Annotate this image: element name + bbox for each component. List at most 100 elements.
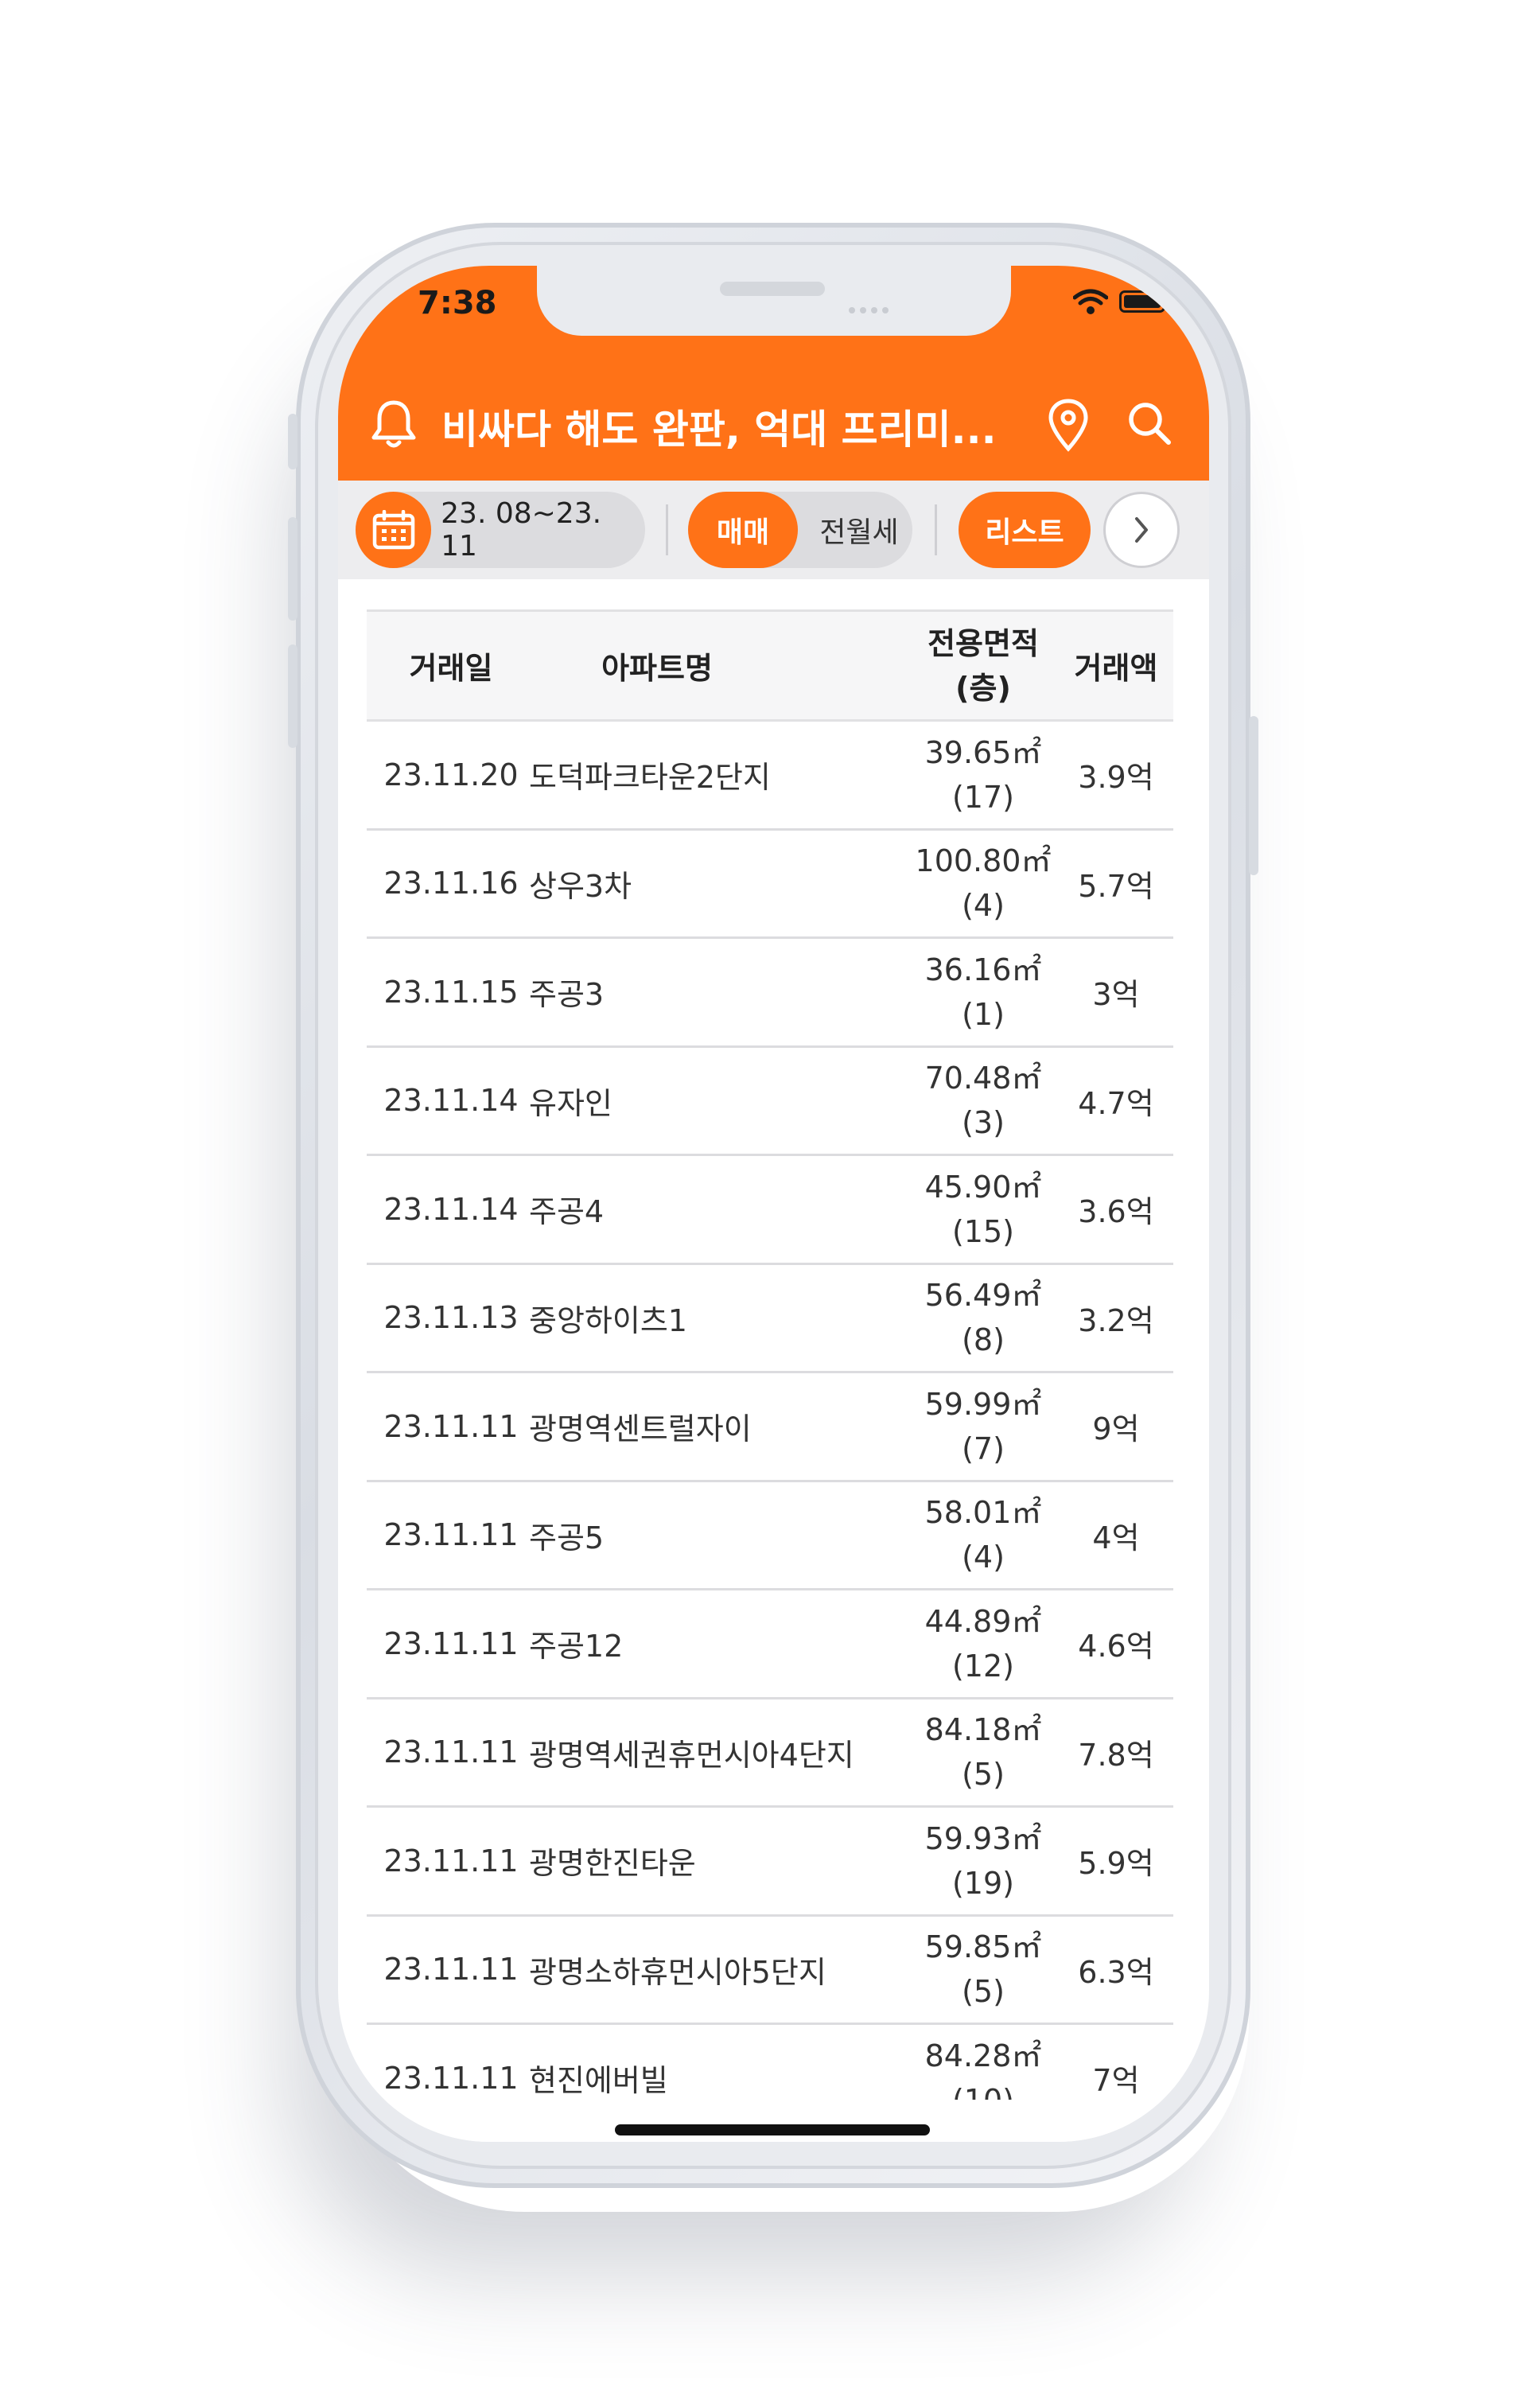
cell-area-size: 84.18㎡ [924, 1712, 1042, 1748]
cell-area-size: 45.90㎡ [924, 1169, 1042, 1205]
cell-name: 주공5 [529, 1520, 605, 1555]
cell-price: 6.3억 [1078, 1954, 1154, 1990]
cell-date: 23.11.16 [383, 866, 519, 901]
cell-price: 5.7억 [1078, 868, 1154, 904]
cell-date: 23.11.11 [383, 1517, 519, 1553]
cell-area: 56.49㎡ (8) [908, 1263, 1059, 1372]
cell-floor: (8) [962, 1322, 1005, 1358]
cell-floor: (4) [962, 888, 1005, 924]
cell-area: 59.99㎡ (7) [908, 1372, 1059, 1481]
cell-name: 광명역세권휴먼시아4단지 [529, 1737, 854, 1773]
header-area[interactable]: 전용면적 (층) [908, 611, 1059, 721]
cell-area: 70.48㎡ (3) [908, 1046, 1059, 1155]
side-button-volume-up [288, 517, 298, 621]
cell-area-size: 44.89㎡ [924, 1603, 1042, 1639]
cell-floor: (4) [962, 1540, 1005, 1575]
cell-name: 유자인 [529, 1085, 612, 1121]
cell-name: 주공3 [529, 977, 605, 1013]
side-button-volume-down [288, 644, 298, 748]
cell-price: 4.7억 [1078, 1085, 1154, 1121]
home-indicator[interactable] [615, 2124, 930, 2135]
cell-price: 7억 [1092, 2063, 1140, 2099]
cell-floor: (15) [951, 1213, 1014, 1249]
cell-area: 59.93㎡ (19) [908, 1807, 1059, 1916]
cell-floor: (5) [962, 1974, 1005, 2010]
table-row[interactable]: 23.11.15 주공3 36.16㎡ (1) 3억 [367, 938, 1173, 1047]
cell-area: 100.80㎡ (4) [908, 829, 1059, 938]
table-row[interactable]: 23.11.11 주공12 44.89㎡ (12) 4.6억 [367, 1590, 1173, 1699]
cell-date: 23.11.15 [383, 974, 519, 1010]
table-row[interactable]: 23.11.14 주공4 45.90㎡ (15) 3.6억 [367, 1155, 1173, 1264]
cell-date: 23.11.11 [383, 2060, 519, 2096]
cell-name: 주공4 [529, 1194, 605, 1230]
cell-area-size: 36.16㎡ [924, 952, 1042, 987]
cell-floor: (3) [962, 1105, 1005, 1141]
table-row[interactable]: 23.11.11 현진에버빌 84.28㎡ (10) 7억 [367, 2024, 1173, 2100]
cell-area-size: 100.80㎡ [915, 843, 1052, 879]
cell-area-size: 39.65㎡ [924, 734, 1042, 770]
cell-area: 59.85㎡ (5) [908, 1915, 1059, 2024]
cell-name: 상우3차 [529, 868, 632, 904]
cell-price: 4억 [1092, 1520, 1140, 1555]
header-price[interactable]: 거래액 [1059, 611, 1173, 721]
cell-floor: (10) [908, 2078, 1059, 2100]
table-row[interactable]: 23.11.11 광명소하휴먼시아5단지 59.85㎡ (5) 6.3억 [367, 1915, 1173, 2024]
table-row[interactable]: 23.11.11 광명한진타운 59.93㎡ (19) 5.9억 [367, 1807, 1173, 1916]
table-row[interactable]: 23.11.14 유자인 70.48㎡ (3) 4.7억 [367, 1046, 1173, 1155]
table-row[interactable]: 23.11.11 광명역세권휴먼시아4단지 84.18㎡ (5) 7.8억 [367, 1698, 1173, 1807]
cell-floor: (5) [962, 1757, 1005, 1793]
cell-date: 23.11.14 [383, 1083, 519, 1119]
cell-name: 현진에버빌 [529, 2063, 668, 2099]
header-name[interactable]: 아파트명 [526, 611, 908, 721]
cell-name: 광명한진타운 [529, 1846, 696, 1882]
speaker [720, 282, 825, 296]
cell-area: 58.01㎡ (4) [908, 1481, 1059, 1590]
cell-date: 23.11.13 [383, 1300, 519, 1336]
table-header-row: 거래일 아파트명 전용면적 (층) 거래액 [367, 610, 1173, 721]
cell-area-size: 59.99㎡ [924, 1386, 1042, 1422]
cell-date: 23.11.20 [383, 757, 519, 792]
table-viewport[interactable]: 거래일 아파트명 전용면적 (층) 거래액 23.11.20 도덕파크타운2단지 3… [338, 266, 1209, 2100]
table-row[interactable]: 23.11.11 주공5 58.01㎡ (4) 4억 [367, 1481, 1173, 1590]
bottom-safe-area [338, 2100, 1209, 2142]
cell-area: 45.90㎡ (15) [908, 1155, 1059, 1264]
cell-name: 주공12 [529, 1629, 624, 1664]
cell-floor: (1) [962, 996, 1005, 1032]
cell-area-size: 59.93㎡ [924, 1820, 1042, 1856]
cell-date: 23.11.11 [383, 1625, 519, 1661]
cell-floor: (7) [962, 1431, 1005, 1466]
cell-price: 7.8억 [1078, 1737, 1154, 1773]
table-row[interactable]: 23.11.13 중앙하이츠1 56.49㎡ (8) 3.2억 [367, 1263, 1173, 1372]
cell-name: 광명역센트럴자이 [529, 1411, 752, 1447]
cell-name: 광명소하휴먼시아5단지 [529, 1954, 826, 1990]
table-row[interactable]: 23.11.16 상우3차 100.80㎡ (4) 5.7억 [367, 829, 1173, 938]
cell-area-size: 58.01㎡ [924, 1495, 1042, 1531]
cell-price: 3억 [1092, 977, 1140, 1013]
cell-area-size: 70.48㎡ [924, 1061, 1042, 1096]
cell-name: 중앙하이츠1 [529, 1302, 687, 1338]
table-row[interactable]: 23.11.20 도덕파크타운2단지 39.65㎡ (17) 3.9억 [367, 721, 1173, 830]
transactions-table: 거래일 아파트명 전용면적 (층) 거래액 23.11.20 도덕파크타운2단지 3… [367, 609, 1173, 2100]
cell-price: 5.9억 [1078, 1846, 1154, 1882]
cell-floor: (19) [951, 1865, 1014, 1901]
phone-screen: 7:38 비싸다 해도 완판, 억대 프리미... 23. 08~23. 11 … [338, 266, 1209, 2142]
cell-date: 23.11.11 [383, 1952, 519, 1987]
cell-area: 84.28㎡ (10) [908, 2024, 1059, 2100]
cell-date: 23.11.11 [383, 1408, 519, 1444]
side-button-power [1249, 716, 1258, 875]
notch [537, 266, 1011, 336]
cell-area: 84.18㎡ (5) [908, 1698, 1059, 1807]
header-area-line1: 전용면적 [928, 625, 1039, 661]
table-row[interactable]: 23.11.11 광명역센트럴자이 59.99㎡ (7) 9억 [367, 1372, 1173, 1481]
cell-price: 4.6억 [1078, 1629, 1154, 1664]
header-area-line2: (층) [955, 670, 1011, 706]
cell-area-size: 56.49㎡ [924, 1278, 1042, 1314]
header-date[interactable]: 거래일 [367, 611, 526, 721]
cell-price: 3.2억 [1078, 1302, 1154, 1338]
cell-date: 23.11.14 [383, 1191, 519, 1227]
cell-area: 39.65㎡ (17) [908, 721, 1059, 830]
cell-area: 36.16㎡ (1) [908, 938, 1059, 1047]
cell-price: 3.6억 [1078, 1194, 1154, 1230]
cell-area: 44.89㎡ (12) [908, 1590, 1059, 1699]
cell-price: 3.9억 [1078, 760, 1154, 796]
